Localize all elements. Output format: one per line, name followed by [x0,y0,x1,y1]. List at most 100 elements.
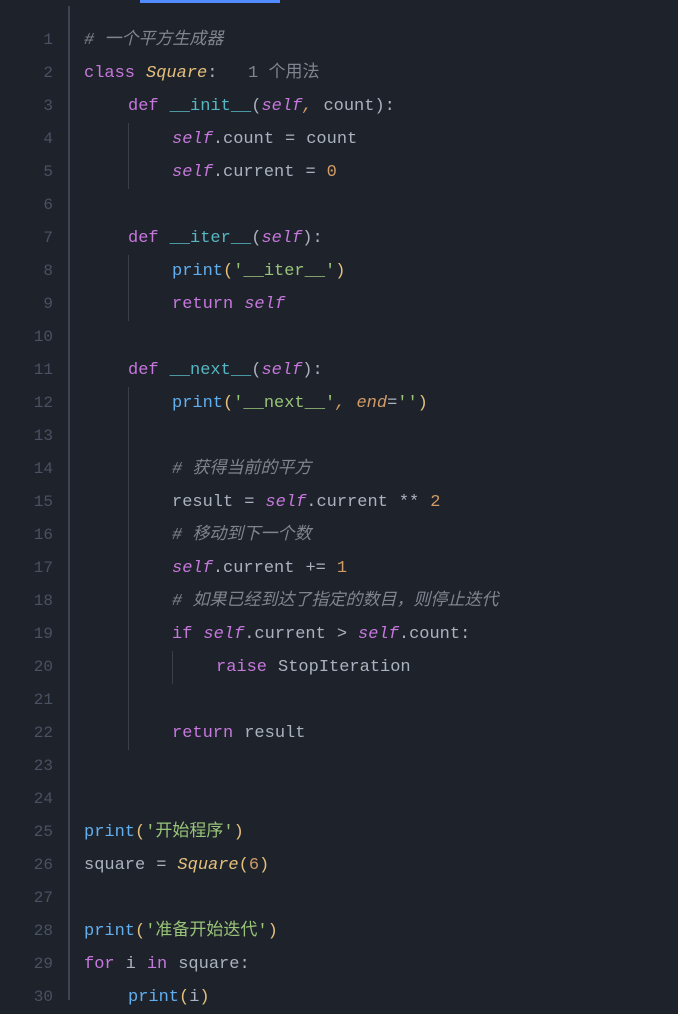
line-number: 21 [0,684,53,717]
paren: ) [259,849,269,882]
code-line[interactable]: # 一个平方生成器 [84,24,678,57]
code-line[interactable]: result=self.current**2 [84,486,678,519]
comment: # 如果已经到达了指定的数目，则停止迭代 [172,585,498,618]
paren: ( [135,816,145,849]
operator: += [305,552,325,585]
code-line[interactable]: returnself [84,288,678,321]
string: '__iter__' [233,255,335,288]
line-number: 3 [0,90,53,123]
code-line[interactable]: self.count=count [84,123,678,156]
code-line[interactable]: print('__iter__') [84,255,678,288]
self: self [261,90,302,123]
equals: = [285,123,295,156]
line-number: 29 [0,948,53,981]
colon: : [207,57,217,90]
line-number: 24 [0,783,53,816]
line-number: 17 [0,552,53,585]
func-call: print [84,816,135,849]
var: result [172,486,233,519]
comma: , [335,387,345,420]
code-line[interactable] [84,189,678,222]
code-line[interactable]: self.current=0 [84,156,678,189]
code-line[interactable]: self.current+=1 [84,552,678,585]
var: result [244,717,305,750]
self: self [172,156,213,189]
paren: ( [251,222,261,255]
line-number: 15 [0,486,53,519]
code-line[interactable] [84,783,678,816]
var: square [84,849,145,882]
line-number: 5 [0,156,53,189]
line-number: 19 [0,618,53,651]
line-number: 28 [0,915,53,948]
line-number: 2 [0,57,53,90]
code-line[interactable]: ifself.current>self.count: [84,618,678,651]
colon: : [385,90,395,123]
line-number: 11 [0,354,53,387]
code-line[interactable] [84,420,678,453]
number: 1 [337,552,347,585]
code-line[interactable] [84,684,678,717]
paren: ( [223,387,233,420]
attr: count [409,618,460,651]
code-line[interactable]: # 获得当前的平方 [84,453,678,486]
code-line[interactable]: # 移动到下一个数 [84,519,678,552]
code-line[interactable]: print('准备开始迭代') [84,915,678,948]
string: '准备开始迭代' [145,915,267,948]
paren: ) [234,816,244,849]
code-area[interactable]: # 一个平方生成器 classSquare: 1 个用法 def__init__… [70,6,678,1000]
exception: StopIteration [278,651,411,684]
operator: > [337,618,347,651]
kwarg: end [356,387,387,420]
usage-hint: 1 个用法 [248,57,319,90]
keyword-def: def [128,354,159,387]
func-call: print [172,255,223,288]
code-line[interactable]: print('__next__',end='') [84,387,678,420]
code-line[interactable] [84,882,678,915]
code-line[interactable]: classSquare: 1 个用法 [84,57,678,90]
self: self [265,486,306,519]
code-line[interactable]: print(i) [84,981,678,1014]
equals: = [387,387,397,420]
line-number-gutter: 1 2 3 4 5 6 7 8 9 10 11 12 13 14 15 16 1… [0,6,70,1000]
comment: # 一个平方生成器 [84,24,223,57]
code-line[interactable]: raiseStopIteration [84,651,678,684]
keyword-return: return [172,717,233,750]
code-line[interactable]: foriinsquare: [84,948,678,981]
code-line[interactable]: square=Square(6) [84,849,678,882]
var: i [126,948,136,981]
paren: ) [335,255,345,288]
equals: = [156,849,166,882]
class-name: Square [146,57,207,90]
line-number: 30 [0,981,53,1014]
paren: ) [418,387,428,420]
code-line[interactable]: def__init__(self,count): [84,90,678,123]
code-line[interactable]: def__next__(self): [84,354,678,387]
colon: : [312,222,322,255]
keyword-in: in [147,948,167,981]
code-line[interactable]: print('开始程序') [84,816,678,849]
code-line[interactable] [84,321,678,354]
line-number: 9 [0,288,53,321]
code-line[interactable]: return result [84,717,678,750]
code-line[interactable]: def__iter__(self): [84,222,678,255]
line-number: 1 [0,24,53,57]
line-number: 26 [0,849,53,882]
var: i [189,981,199,1014]
code-line[interactable] [84,750,678,783]
line-number: 6 [0,189,53,222]
paren: ( [179,981,189,1014]
func-call: print [128,981,179,1014]
keyword-def: def [128,222,159,255]
self: self [261,354,302,387]
comment: # 获得当前的平方 [172,453,311,486]
code-line[interactable]: # 如果已经到达了指定的数目，则停止迭代 [84,585,678,618]
class-call: Square [177,849,238,882]
string: '__next__' [233,387,335,420]
line-number: 12 [0,387,53,420]
self: self [203,618,244,651]
number: 0 [327,156,337,189]
keyword-return: return [172,288,233,321]
code-editor[interactable]: 1 2 3 4 5 6 7 8 9 10 11 12 13 14 15 16 1… [0,6,678,1000]
line-number: 7 [0,222,53,255]
